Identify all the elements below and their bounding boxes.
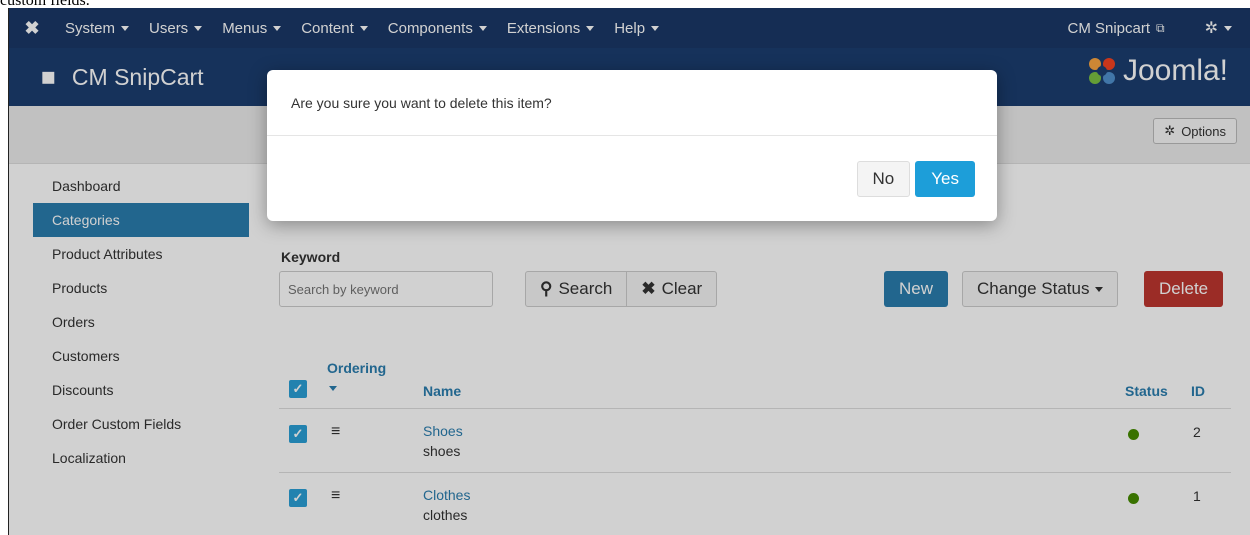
dialog-message: Are you sure you want to delete this ite… [267,70,997,136]
yes-button-label: Yes [931,169,959,188]
admin-window: ✖ System Users Menus Content Components … [8,8,1250,535]
no-button-label: No [872,169,895,188]
no-button[interactable]: No [856,161,911,197]
dialog-footer: No Yes [856,161,975,197]
yes-button[interactable]: Yes [915,161,975,197]
confirm-delete-dialog: Are you sure you want to delete this ite… [267,70,997,221]
